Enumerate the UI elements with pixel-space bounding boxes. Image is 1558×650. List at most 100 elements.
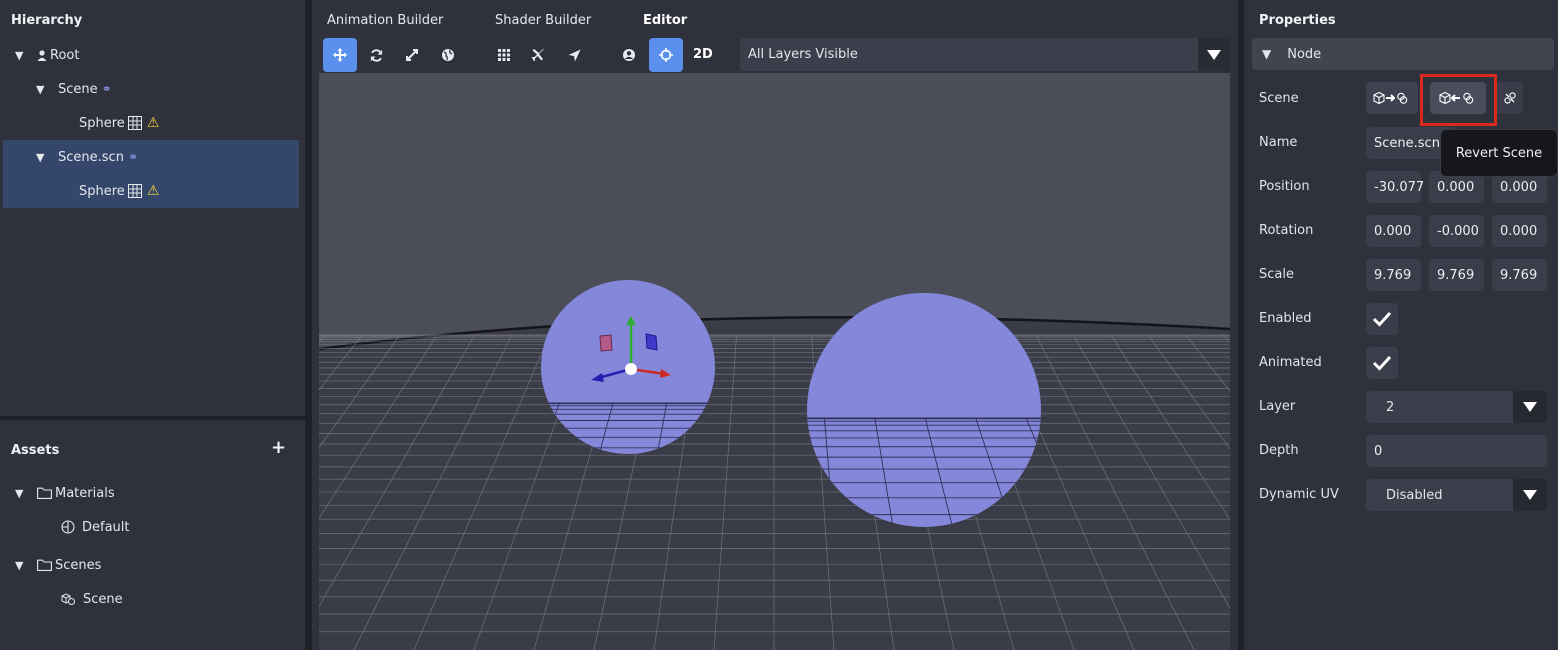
user-circle-icon (623, 49, 635, 61)
expand-triangle-icon[interactable]: ▼ (36, 151, 50, 164)
animated-label: Animated (1259, 355, 1322, 370)
check-icon (1372, 355, 1392, 371)
asset-label: Materials (55, 485, 115, 501)
tree-item-scene[interactable]: ▼ Scene ⚭ (3, 72, 299, 106)
ground-plane (319, 317, 1230, 650)
add-asset-button[interactable]: + (271, 437, 286, 458)
grid-icon (498, 49, 510, 61)
folder-icon (37, 487, 52, 499)
warning-icon: ⚠ (146, 115, 160, 131)
sphere (807, 293, 1041, 527)
editor-panel: Animation Builder Shader Builder Editor … (312, 0, 1238, 650)
location-arrow-icon (568, 49, 580, 61)
chevron-down-icon[interactable] (1198, 38, 1230, 71)
fly-mode-button[interactable] (521, 38, 555, 72)
assets-panel: Assets + ▼ Materials Default ▼ Scenes Sc… (0, 420, 305, 650)
expand-icon (406, 49, 418, 61)
expand-triangle-icon[interactable]: ▼ (15, 487, 29, 500)
hierarchy-panel: Hierarchy ▼ Root ▼ Scene ⚭ Sphere ⚠ ▼ Sc… (0, 0, 305, 416)
scene-render[interactable] (319, 73, 1230, 650)
position-x-field[interactable]: -30.077 (1366, 171, 1424, 203)
animated-checkbox[interactable] (1366, 347, 1398, 379)
camera-view-button[interactable] (612, 38, 646, 72)
expand-triangle-icon[interactable]: ▼ (15, 49, 29, 62)
scale-z-field[interactable]: 9.769 (1492, 259, 1547, 291)
layers-visibility-select[interactable]: All Layers Visible (740, 38, 1230, 71)
scene-label: Scene (1259, 91, 1299, 106)
crosshair-icon (659, 48, 673, 62)
revert-scene-tooltip: Revert Scene (1440, 129, 1558, 177)
layers-select-value: All Layers Visible (748, 47, 858, 62)
gizmo-plane-handle (645, 333, 658, 351)
navigate-button[interactable] (557, 38, 591, 72)
scale-x-field[interactable]: 9.769 (1366, 259, 1421, 291)
rotate-icon (370, 48, 382, 62)
node-section-header[interactable]: ▼ Node (1252, 38, 1554, 70)
assets-title: Assets (11, 443, 60, 458)
scene-viewport[interactable] (319, 73, 1230, 650)
depth-label: Depth (1259, 443, 1299, 458)
layer-label: Layer (1259, 399, 1296, 414)
plane-icon (531, 48, 544, 62)
collapse-triangle-icon[interactable]: ▼ (1262, 47, 1271, 61)
section-label: Node (1287, 46, 1322, 62)
enabled-label: Enabled (1259, 311, 1312, 326)
move-tool-button[interactable] (323, 38, 357, 72)
check-icon (1372, 311, 1392, 327)
unlink-scene-button[interactable] (1496, 82, 1523, 114)
user-icon (37, 49, 47, 61)
tree-item-sphere[interactable]: Sphere ⚠ (3, 106, 299, 140)
dynamic-uv-select[interactable]: Disabled (1366, 479, 1547, 511)
rotation-z-field[interactable]: 0.000 (1492, 215, 1547, 247)
folder-icon (37, 559, 52, 571)
apply-scene-button[interactable] (1366, 82, 1418, 114)
dynamic-uv-label: Dynamic UV (1259, 487, 1339, 502)
snap-target-button[interactable] (649, 38, 683, 72)
mesh-icon (127, 184, 142, 198)
asset-scene[interactable]: Scene (3, 582, 299, 616)
asset-folder-scenes[interactable]: ▼ Scenes (3, 548, 299, 582)
scene-icon (61, 592, 76, 606)
hierarchy-title: Hierarchy (11, 13, 83, 28)
properties-title: Properties (1259, 13, 1336, 28)
layer-value: 2 (1386, 399, 1395, 415)
rotate-tool-button[interactable] (359, 38, 393, 72)
apply-scene-icon (1373, 91, 1408, 105)
tab-animation-builder[interactable]: Animation Builder (327, 13, 443, 28)
chevron-down-icon[interactable] (1513, 391, 1547, 423)
rotation-y-field[interactable]: -0.000 (1429, 215, 1484, 247)
tree-item-label: Sphere (79, 115, 125, 131)
chevron-down-icon[interactable] (1513, 479, 1547, 511)
name-label: Name (1259, 135, 1298, 150)
tree-item-root[interactable]: ▼ Root (3, 38, 299, 72)
tab-editor[interactable]: Editor (643, 13, 687, 28)
tree-item-scene-scn[interactable]: ▼ Scene.scn ⚭ (3, 140, 299, 174)
scale-y-field[interactable]: 9.769 (1429, 259, 1484, 291)
globe-icon (442, 49, 454, 61)
tree-item-sphere[interactable]: Sphere ⚠ (3, 174, 299, 208)
tree-item-label: Root (50, 47, 80, 63)
2d-mode-toggle[interactable]: 2D (693, 47, 713, 62)
grid-snap-button[interactable] (487, 38, 521, 72)
tree-item-label: Scene (58, 81, 98, 97)
tree-item-label: Sphere (79, 183, 125, 199)
expand-triangle-icon[interactable]: ▼ (36, 83, 50, 96)
warning-icon: ⚠ (146, 183, 160, 199)
world-space-button[interactable] (431, 38, 465, 72)
depth-field[interactable]: 0 (1366, 435, 1547, 467)
unlink-icon (1503, 92, 1516, 104)
expand-triangle-icon[interactable]: ▼ (15, 559, 29, 572)
enabled-checkbox[interactable] (1366, 303, 1398, 335)
asset-material-default[interactable]: Default (3, 510, 299, 544)
asset-label: Default (82, 519, 130, 535)
move-icon (333, 48, 347, 62)
rotation-x-field[interactable]: 0.000 (1366, 215, 1421, 247)
asset-label: Scenes (55, 557, 102, 573)
tree-item-label: Scene.scn (58, 149, 124, 165)
asset-folder-materials[interactable]: ▼ Materials (3, 476, 299, 510)
link-icon: ⚭ (101, 82, 112, 96)
layer-select[interactable]: 2 (1366, 391, 1547, 423)
tab-shader-builder[interactable]: Shader Builder (495, 13, 591, 28)
scale-tool-button[interactable] (395, 38, 429, 72)
gizmo-center (625, 363, 637, 375)
